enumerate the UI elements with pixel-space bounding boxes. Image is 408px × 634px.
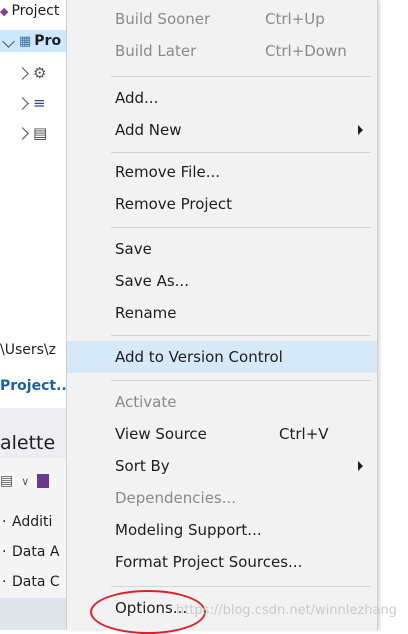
palette-item[interactable]: · Data C (0, 574, 60, 590)
menu-separator (111, 76, 371, 77)
palette-component-icon[interactable] (37, 474, 50, 488)
project-file-icon: ▦ (19, 33, 32, 49)
layers-icon: ≡ (33, 94, 46, 112)
chevron-right-icon[interactable] (16, 126, 29, 140)
bullet-icon: · (2, 574, 7, 590)
palette-item[interactable]: · Additi (0, 514, 52, 530)
menu-item-save[interactable]: Save (67, 233, 377, 265)
menu-item-format-project-sources[interactable]: Format Project Sources... (67, 546, 377, 578)
bullet-icon: · (2, 514, 7, 530)
gear-icon: ⚙ (33, 64, 47, 82)
menu-item-build-later[interactable]: Build Later Ctrl+Down (67, 35, 377, 67)
project-manager-panel: ◆ Project ▦ Pro ⚙ ≡ ▤ \Users\z Project..… (0, 0, 72, 630)
status-bar (0, 598, 70, 630)
project-path: \Users\z (0, 342, 56, 358)
project-link[interactable]: Project... (0, 378, 72, 394)
palette-title: alette (0, 432, 56, 454)
palette-header: alette (0, 408, 70, 458)
menu-separator (111, 586, 371, 587)
menu-item-modeling-support[interactable]: Modeling Support... (67, 514, 377, 546)
menu-item-add[interactable]: Add... (67, 82, 377, 114)
context-menu: Build Sooner Ctrl+Up Build Later Ctrl+Do… (66, 0, 378, 630)
tree-row-project[interactable]: ▦ Pro (0, 30, 70, 52)
menu-separator (111, 380, 371, 381)
submenu-arrow-icon (358, 125, 363, 135)
menu-item-activate[interactable]: Activate (67, 386, 377, 418)
unit-file-icon: ▤ (33, 124, 48, 142)
chevron-down-icon[interactable] (2, 34, 15, 48)
palette-item[interactable]: · Data A (0, 544, 59, 560)
tree-row-label: Pro (34, 33, 62, 49)
menu-item-remove-file[interactable]: Remove File... (67, 156, 377, 188)
tree-row-build-config[interactable]: ⚙ (0, 62, 46, 84)
chevron-right-icon[interactable] (16, 66, 29, 80)
menu-item-dependencies[interactable]: Dependencies... (67, 482, 377, 514)
chevron-right-icon[interactable] (16, 96, 29, 110)
menu-item-rename[interactable]: Rename (67, 297, 377, 329)
menu-separator (111, 335, 371, 336)
chevron-down-icon[interactable]: ∨ (21, 475, 29, 488)
watermark-text: https://blog.csdn.net/winnlezhang (176, 603, 397, 618)
palette-toolbar: ▤ ∨ (0, 470, 50, 492)
menu-separator (111, 227, 371, 228)
tree-row-project-group[interactable]: ◆ Project (0, 0, 59, 22)
menu-item-add-new[interactable]: Add New (67, 114, 377, 146)
menu-item-sort-by[interactable]: Sort By (67, 450, 377, 482)
tree-row-label: Project (11, 3, 60, 19)
tree-row-target-platforms[interactable]: ≡ (0, 92, 46, 114)
project-group-icon: ◆ (0, 4, 9, 18)
menu-separator (111, 152, 371, 153)
menu-item-save-as[interactable]: Save As... (67, 265, 377, 297)
menu-item-build-sooner[interactable]: Build Sooner Ctrl+Up (67, 3, 377, 35)
palette-categories-icon[interactable]: ▤ (0, 473, 13, 489)
menu-item-remove-project[interactable]: Remove Project (67, 188, 377, 220)
submenu-arrow-icon (358, 461, 363, 471)
menu-item-view-source[interactable]: View Source Ctrl+V (67, 418, 377, 450)
bullet-icon: · (2, 544, 7, 560)
tree-row-unit-file[interactable]: ▤ (0, 122, 47, 144)
menu-item-add-to-version-control[interactable]: Add to Version Control (67, 341, 377, 373)
